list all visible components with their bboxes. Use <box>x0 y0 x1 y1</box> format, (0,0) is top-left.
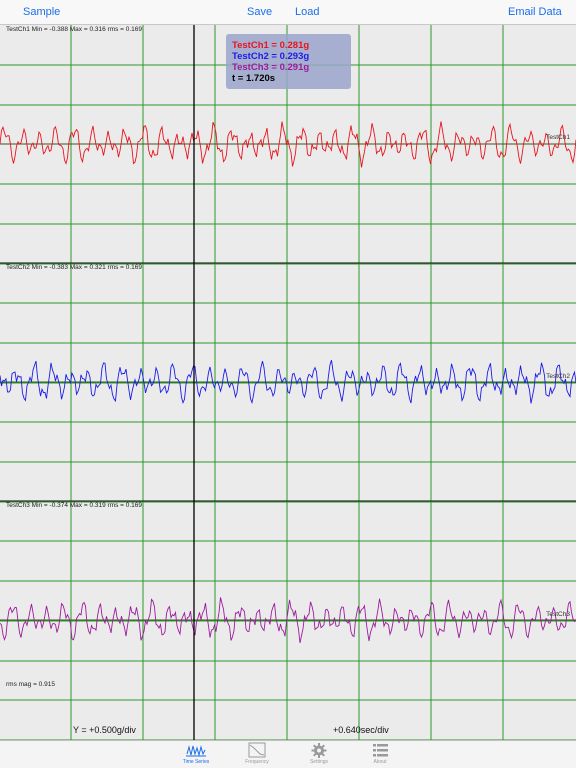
tab-frequency-label: Frequency <box>245 759 269 765</box>
y-scale-label: Y = +0.500g/div <box>73 725 136 735</box>
sample-button[interactable]: Sample <box>23 6 60 18</box>
time-series-icon <box>166 742 226 759</box>
load-button[interactable]: Load <box>295 6 319 18</box>
ch1-stats: TestCh1 Min = -0.388 Max = 0.316 rms = 0… <box>6 26 143 33</box>
ch3-stats: TestCh3 Min = -0.374 Max = 0.319 rms = 0… <box>6 502 143 509</box>
x-scale-label: +0.640sec/div <box>333 725 389 735</box>
ch3-label: TestCh3 <box>546 611 570 618</box>
ch2-stats: TestCh2 Min = -0.383 Max = 0.321 rms = 0… <box>6 264 143 271</box>
tab-about-label: About <box>373 759 387 765</box>
email-data-button[interactable]: Email Data <box>508 6 562 18</box>
tab-time-series-label: Time Series <box>182 759 210 765</box>
toolbar: Sample Save Load Email Data <box>0 0 576 25</box>
list-icon <box>350 742 410 759</box>
tab-settings-label: Settings <box>309 759 329 765</box>
save-button[interactable]: Save <box>247 6 272 18</box>
tab-frequency[interactable]: Frequency <box>227 742 287 768</box>
ch1-readout: TestCh1 = 0.281g <box>232 40 310 51</box>
tab-about[interactable]: About <box>350 742 410 768</box>
ch1-label: TestCh1 <box>546 134 570 141</box>
cursor-readout: TestCh1 = 0.281g TestCh2 = 0.293g TestCh… <box>226 34 351 89</box>
tab-time-series[interactable]: Time Series <box>166 742 226 768</box>
tab-settings[interactable]: Settings <box>289 742 349 768</box>
ch3-readout: TestCh3 = 0.291g <box>232 62 310 73</box>
ch2-readout: TestCh2 = 0.293g <box>232 51 310 62</box>
frequency-icon <box>227 742 287 759</box>
rms-magnitude: rms mag = 0.915 <box>6 681 55 688</box>
time-readout: t = 1.720s <box>232 73 276 84</box>
gear-icon <box>289 742 349 759</box>
ch2-label: TestCh2 <box>546 373 570 380</box>
tab-bar: Time Series Frequency Settings About <box>0 740 576 768</box>
plot-canvas[interactable] <box>0 25 576 740</box>
time-series-plot[interactable] <box>0 25 576 740</box>
